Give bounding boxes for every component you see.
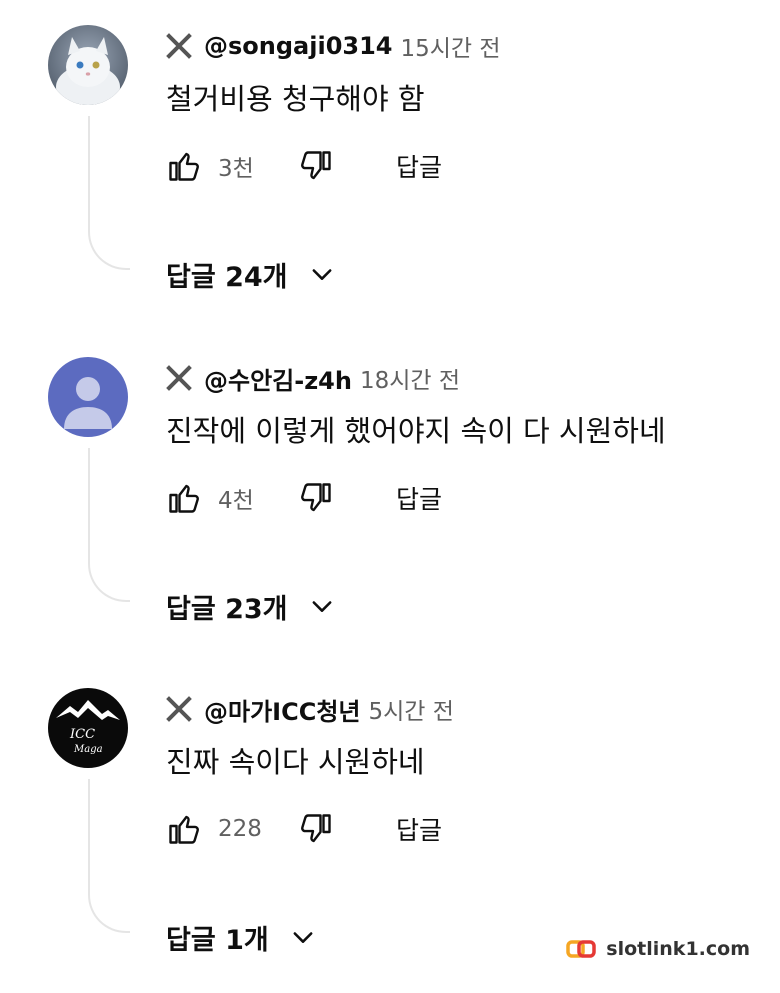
watermark-text: slotlink1.com xyxy=(606,938,750,960)
comment-header: @수안김-z4h 18시간 전 xyxy=(166,362,460,394)
thumbs-down-icon xyxy=(298,480,334,516)
like-button[interactable] xyxy=(164,146,204,186)
dislike-button[interactable] xyxy=(296,809,336,849)
chevron-down-icon xyxy=(308,260,336,288)
comment-item: @수안김-z4h 18시간 전 진작에 이렇게 했어야지 속이 다 시원하네 4… xyxy=(0,332,780,662)
like-count: 4천 xyxy=(218,481,262,515)
chevron-down-icon xyxy=(289,923,317,951)
comment-actions: 228 답글 xyxy=(164,807,442,851)
avatar[interactable] xyxy=(48,357,128,437)
thumbs-down-icon xyxy=(298,811,334,847)
dislike-button[interactable] xyxy=(296,478,336,518)
view-replies-button[interactable]: 답글 23개 xyxy=(166,584,336,628)
person-avatar-icon xyxy=(48,357,128,437)
thumbs-up-icon xyxy=(166,148,202,184)
x-mark-icon xyxy=(166,696,192,722)
comment-text: 진짜 속이다 시원하네 xyxy=(166,739,425,781)
comment-header: @songaji0314 15시간 전 xyxy=(166,30,501,62)
reply-button[interactable]: 답글 xyxy=(396,148,442,184)
replies-count-label: 답글 1개 xyxy=(166,918,269,957)
watermark: slotlink1.com xyxy=(562,936,754,962)
view-replies-button[interactable]: 답글 1개 xyxy=(166,915,317,959)
thumbs-down-icon xyxy=(298,148,334,184)
chain-link-icon xyxy=(566,938,596,960)
comment-header: @마가ICC청년 5시간 전 xyxy=(166,693,454,725)
view-replies-button[interactable]: 답글 24개 xyxy=(166,252,336,296)
reply-button[interactable]: 답글 xyxy=(396,811,442,847)
reply-button[interactable]: 답글 xyxy=(396,480,442,516)
x-mark-icon xyxy=(166,33,192,59)
comment-time[interactable]: 15시간 전 xyxy=(400,29,500,63)
svg-text:ICC: ICC xyxy=(69,727,95,742)
comment-time[interactable]: 5시간 전 xyxy=(368,692,453,726)
like-count: 228 xyxy=(218,816,262,842)
replies-count-label: 답글 24개 xyxy=(166,255,288,294)
avatar[interactable] xyxy=(48,25,128,105)
thumbs-up-icon xyxy=(166,811,202,847)
comment-text: 진작에 이렇게 했어야지 속이 다 시원하네 xyxy=(166,408,666,450)
comment-item: @songaji0314 15시간 전 철거비용 청구해야 함 3천 답글 답글… xyxy=(0,0,780,330)
svg-text:Maga: Maga xyxy=(73,744,103,755)
thumbs-up-icon xyxy=(166,480,202,516)
comment-actions: 3천 답글 xyxy=(164,144,442,188)
like-button[interactable] xyxy=(164,809,204,849)
thread-line xyxy=(88,779,130,933)
comment-time[interactable]: 18시간 전 xyxy=(360,361,460,395)
comment-text: 철거비용 청구해야 함 xyxy=(166,76,425,118)
mountain-logo-icon: ICC Maga xyxy=(48,688,128,768)
x-mark-icon xyxy=(166,365,192,391)
comment-author[interactable]: @마가ICC청년 xyxy=(204,692,360,727)
thread-line xyxy=(88,448,130,602)
cat-avatar-icon xyxy=(48,25,128,105)
chevron-down-icon xyxy=(308,592,336,620)
thread-line xyxy=(88,116,130,270)
replies-count-label: 답글 23개 xyxy=(166,587,288,626)
comment-author[interactable]: @수안김-z4h xyxy=(204,361,352,396)
like-count: 3천 xyxy=(218,149,262,183)
comment-author[interactable]: @songaji0314 xyxy=(204,32,392,60)
avatar[interactable]: ICC Maga xyxy=(48,688,128,768)
dislike-button[interactable] xyxy=(296,146,336,186)
comment-actions: 4천 답글 xyxy=(164,476,442,520)
like-button[interactable] xyxy=(164,478,204,518)
